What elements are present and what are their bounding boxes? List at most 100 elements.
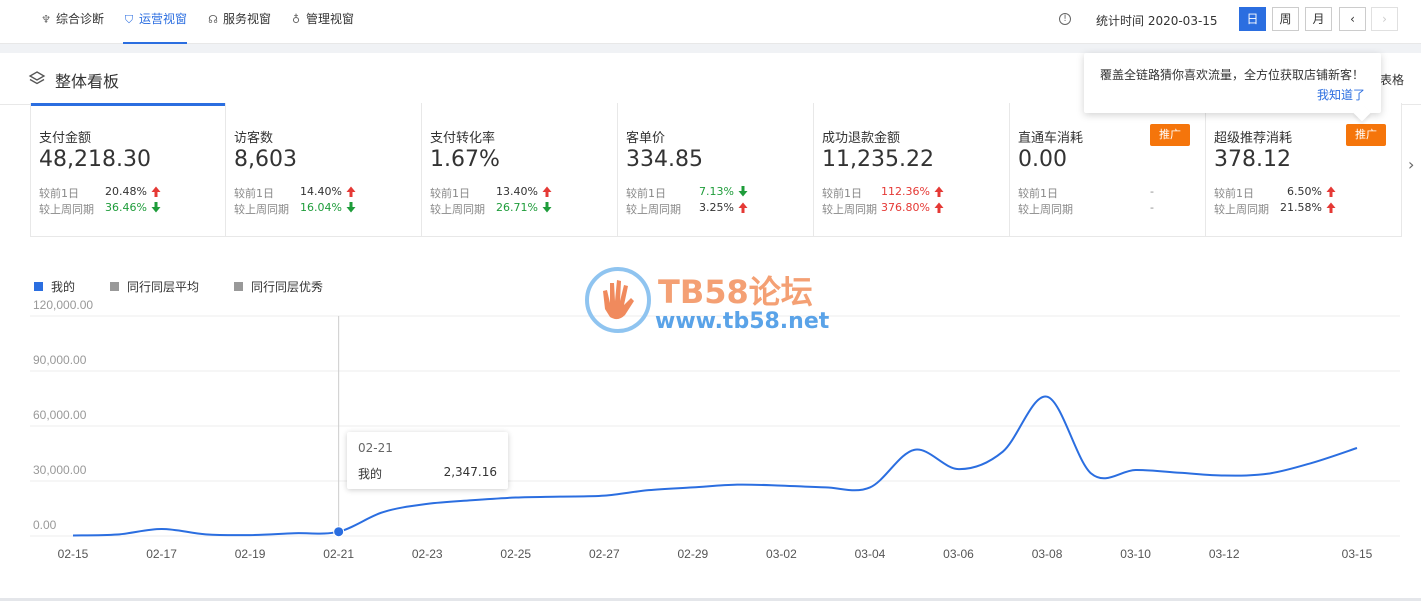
- tab-operations[interactable]: ⛉ 运营视窗: [123, 0, 188, 44]
- metric-card[interactable]: 直通车消耗 0.00 较前1日 较上周同期 - - 推广: [1010, 103, 1206, 237]
- highlight-point[interactable]: [333, 526, 345, 538]
- next-date-button[interactable]: ›: [1371, 7, 1398, 31]
- tab-label: 综合诊断: [56, 12, 105, 26]
- data-point[interactable]: [1265, 471, 1271, 477]
- metric-card[interactable]: 访客数 8,603 较前1日 较上周同期 14.40% 16.04%: [226, 103, 422, 237]
- arrow-up-icon: [738, 202, 748, 213]
- data-point[interactable]: [424, 501, 430, 507]
- metric-card[interactable]: 超级推荐消耗 378.12 较前1日 较上周同期 6.50% 21.58% 推广: [1206, 103, 1402, 237]
- data-point[interactable]: [1354, 445, 1360, 451]
- metric-value: 378.12: [1214, 147, 1291, 172]
- tab-label: 运营视窗: [139, 12, 188, 26]
- data-point[interactable]: [956, 466, 962, 472]
- medal-icon: ♁: [291, 13, 301, 26]
- compare-value: -: [1150, 201, 1154, 214]
- legend-swatch: [34, 282, 43, 291]
- x-tick-label: 02-19: [235, 547, 266, 561]
- panel-title: 整体看板: [55, 72, 120, 91]
- data-point[interactable]: [911, 447, 917, 453]
- data-point[interactable]: [513, 495, 519, 501]
- x-tick-label: 02-15: [58, 547, 89, 561]
- compare-value: 6.50%: [1287, 185, 1322, 198]
- legend-label: 我的: [51, 280, 76, 294]
- compare-value: 36.46%: [105, 201, 147, 214]
- data-point[interactable]: [1310, 460, 1316, 466]
- metric-label: 直通车消耗: [1018, 131, 1084, 146]
- compare-value: 376.80%: [881, 201, 930, 214]
- arrow-up-icon: [346, 186, 356, 197]
- data-point[interactable]: [778, 483, 784, 489]
- compare-value: 7.13%: [699, 185, 734, 198]
- info-icon[interactable]: !: [1059, 13, 1071, 25]
- series-line-mine: [72, 395, 1358, 537]
- legend-swatch: [234, 282, 243, 291]
- compare-value: 20.48%: [105, 185, 147, 198]
- data-point[interactable]: [734, 482, 740, 488]
- chevron-right-icon[interactable]: ›: [1408, 155, 1414, 174]
- metric-card[interactable]: 客单价 334.85 较前1日 较上周同期 7.13% 3.25%: [618, 103, 814, 237]
- data-point[interactable]: [468, 497, 474, 503]
- data-point[interactable]: [1044, 394, 1050, 400]
- metric-card[interactable]: 成功退款金额 11,235.22 较前1日 较上周同期 112.36% 376.80%: [814, 103, 1010, 237]
- trend-line-chart[interactable]: 120,000.00 90,000.00 60,000.00 30,000.00 0.0…: [0, 296, 1421, 576]
- legend-label: 同行同层优秀: [251, 280, 324, 294]
- period-week-button[interactable]: 周: [1272, 7, 1299, 31]
- data-point[interactable]: [557, 494, 563, 500]
- data-point[interactable]: [114, 532, 120, 538]
- x-tick-label: 03-12: [1209, 547, 1240, 561]
- table-view-link[interactable]: 表格: [1380, 71, 1404, 88]
- data-point[interactable]: [1133, 467, 1139, 473]
- legend-item-peer-excellent[interactable]: 同行同层优秀: [234, 278, 323, 295]
- legend-label: 同行同层平均: [127, 280, 200, 294]
- data-point[interactable]: [1177, 470, 1183, 476]
- data-point[interactable]: [203, 531, 209, 537]
- data-point[interactable]: [380, 509, 386, 515]
- data-point[interactable]: [1221, 473, 1227, 479]
- compare-value: 26.71%: [496, 201, 538, 214]
- tab-service[interactable]: ☊ 服务视窗: [207, 0, 271, 44]
- data-point[interactable]: [646, 487, 652, 493]
- y-tick-label: 90,000.00: [33, 353, 87, 367]
- compare-value: 21.58%: [1280, 201, 1322, 214]
- compare-value: 112.36%: [881, 185, 930, 198]
- compare-value: 14.40%: [300, 185, 342, 198]
- legend-item-mine[interactable]: 我的: [34, 278, 75, 295]
- data-point[interactable]: [247, 532, 253, 538]
- metric-value: 0.00: [1018, 147, 1067, 172]
- tooltip-date: 02-21: [358, 441, 393, 455]
- data-point[interactable]: [823, 484, 829, 490]
- x-tick-label: 03-10: [1120, 547, 1151, 561]
- promote-button[interactable]: 推广: [1150, 124, 1190, 146]
- data-point[interactable]: [601, 493, 607, 499]
- period-month-button[interactable]: 月: [1305, 7, 1332, 31]
- compare-value: -: [1150, 185, 1154, 198]
- tab-management[interactable]: ♁ 管理视窗: [290, 0, 354, 44]
- metric-card[interactable]: 支付金额 48,218.30 较前1日 较上周同期 20.48% 36.46%: [30, 103, 226, 237]
- data-point[interactable]: [867, 484, 873, 490]
- promote-button[interactable]: 推广: [1346, 124, 1386, 146]
- tab-diagnosis[interactable]: ♆ 综合诊断: [40, 0, 104, 44]
- watermark-url: www.tb58.net: [655, 309, 830, 334]
- x-tick-label: 03-15: [1342, 547, 1373, 561]
- compare-label: 较前1日: [1214, 187, 1254, 200]
- legend-item-peer-average[interactable]: 同行同层平均: [110, 278, 199, 295]
- arrow-down-icon: [738, 186, 748, 197]
- data-point[interactable]: [1000, 449, 1006, 455]
- data-point[interactable]: [291, 530, 297, 536]
- arrow-up-icon: [1326, 202, 1336, 213]
- data-point[interactable]: [70, 532, 76, 538]
- metric-value: 48,218.30: [39, 147, 151, 172]
- data-point[interactable]: [159, 526, 165, 532]
- metric-value: 8,603: [234, 147, 297, 172]
- metric-card[interactable]: 支付转化率 1.67% 较前1日 较上周同期 13.40% 26.71%: [422, 103, 618, 237]
- data-point[interactable]: [690, 484, 696, 490]
- x-tick-label: 02-21: [323, 547, 354, 561]
- metric-value: 1.67%: [430, 147, 500, 172]
- tab-label: 管理视窗: [306, 12, 355, 26]
- metric-value: 334.85: [626, 147, 703, 172]
- period-day-button[interactable]: 日: [1239, 7, 1266, 31]
- popover-dismiss-button[interactable]: 我知道了: [1317, 86, 1365, 103]
- data-point[interactable]: [1088, 471, 1094, 477]
- prev-date-button[interactable]: ‹: [1339, 7, 1366, 31]
- x-tick-label: 02-23: [412, 547, 443, 561]
